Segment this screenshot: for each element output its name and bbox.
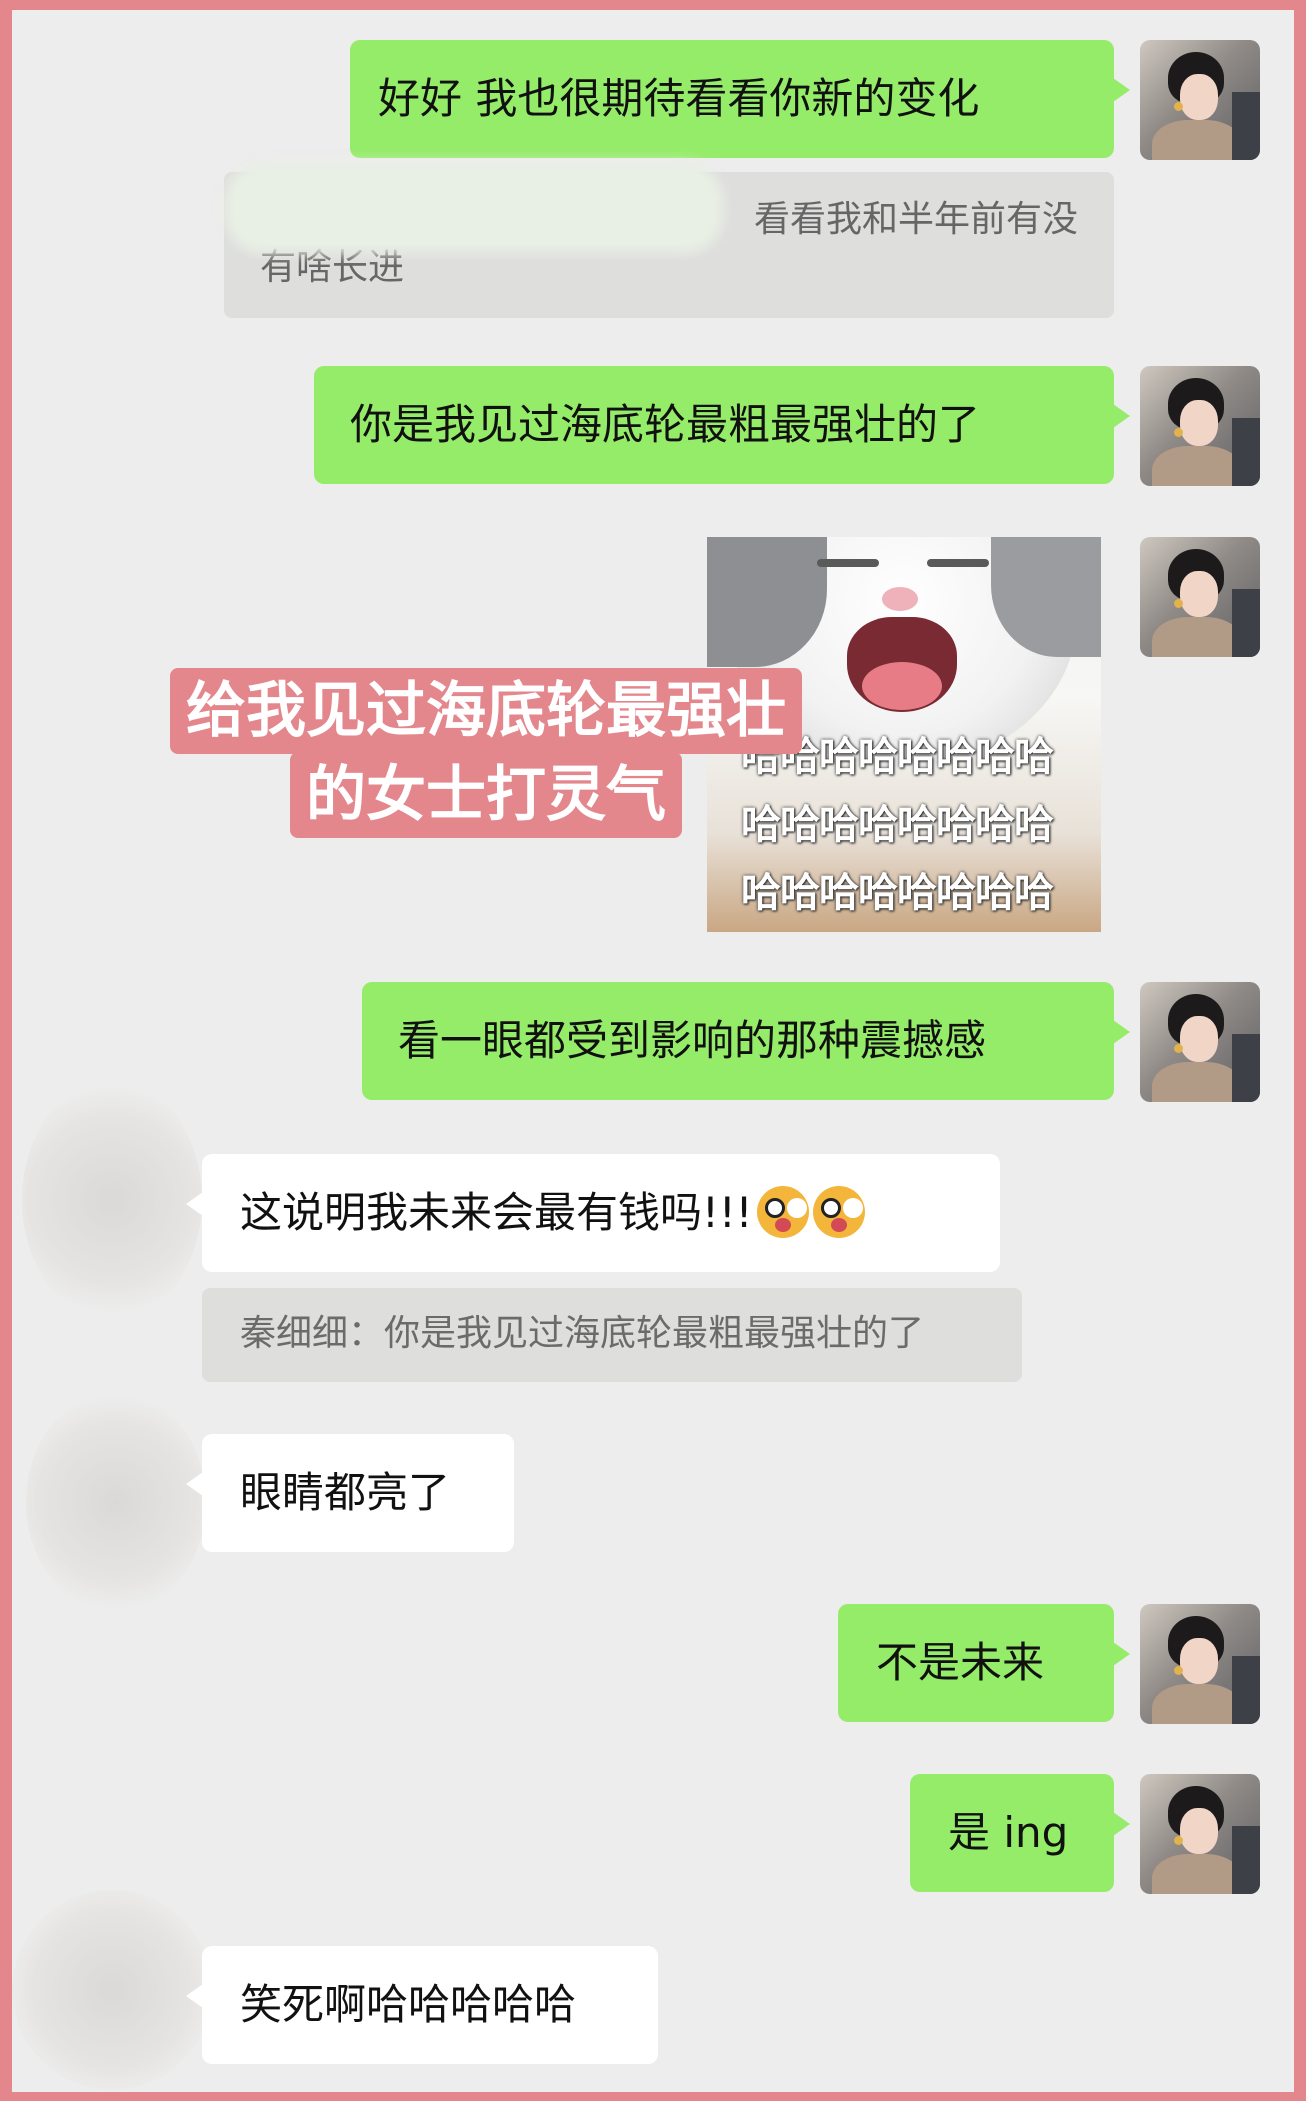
user-avatar[interactable] [1140,537,1260,657]
message-text: 你是我见过海底轮最粗最强壮的了 [350,400,981,449]
message-text: 眼睛都亮了 [240,1468,451,1517]
message-text: 笑死啊哈哈哈哈哈 [240,1980,577,2029]
message-text: 不是未来 [876,1638,1045,1687]
message-text: 好好 我也很期待看看你新的变化 [378,74,980,123]
message-bubble-self[interactable]: 好好 我也很期待看看你新的变化 [350,40,1130,158]
starstruck-tongue-emoji-icon [756,1185,809,1238]
contact-avatar-blurred[interactable] [12,1890,212,2090]
message-text: 看一眼都受到影响的那种震撼感 [398,1016,987,1065]
message-bubble-other[interactable]: 这说明我未来会最有钱吗!!! [186,1154,1000,1272]
chat-window: 好好 我也很期待看看你新的变化 看看我和半年前有没 有啥长进 你是我见过海底轮最… [12,10,1294,2092]
message-bubble-self[interactable]: 是 ing [910,1774,1130,1892]
privacy-blur [224,162,724,254]
user-avatar[interactable] [1140,1774,1260,1894]
contact-avatar-blurred[interactable] [22,1080,202,1320]
message-text: 是 ing [948,1808,1069,1857]
message-bubble-other[interactable]: 眼睛都亮了 [186,1434,514,1552]
user-avatar[interactable] [1140,40,1260,160]
quoted-message[interactable]: 秦细细：你是我见过海底轮最粗最强壮的了 [202,1288,1022,1382]
user-avatar[interactable] [1140,366,1260,486]
message-bubble-self[interactable]: 不是未来 [838,1604,1130,1722]
message-text: 这说明我未来会最有钱吗!!! [240,1188,753,1237]
overlay-caption: 给我见过海底轮最强壮 的女士打灵气 [126,668,846,838]
user-avatar[interactable] [1140,982,1260,1102]
message-bubble-self[interactable]: 看一眼都受到影响的那种震撼感 [362,982,1130,1100]
quote-text: 秦细细：你是我见过海底轮最粗最强壮的了 [240,1313,925,1354]
overlay-line-1: 给我见过海底轮最强壮 [170,668,802,754]
message-bubble-other[interactable]: 笑死啊哈哈哈哈哈 [186,1946,658,2064]
contact-avatar-blurred[interactable] [26,1392,206,1612]
starstruck-tongue-emoji-icon [812,1185,865,1238]
user-avatar[interactable] [1140,1604,1260,1724]
message-bubble-self[interactable]: 你是我见过海底轮最粗最强壮的了 [314,366,1130,484]
overlay-line-2: 的女士打灵气 [290,752,682,838]
